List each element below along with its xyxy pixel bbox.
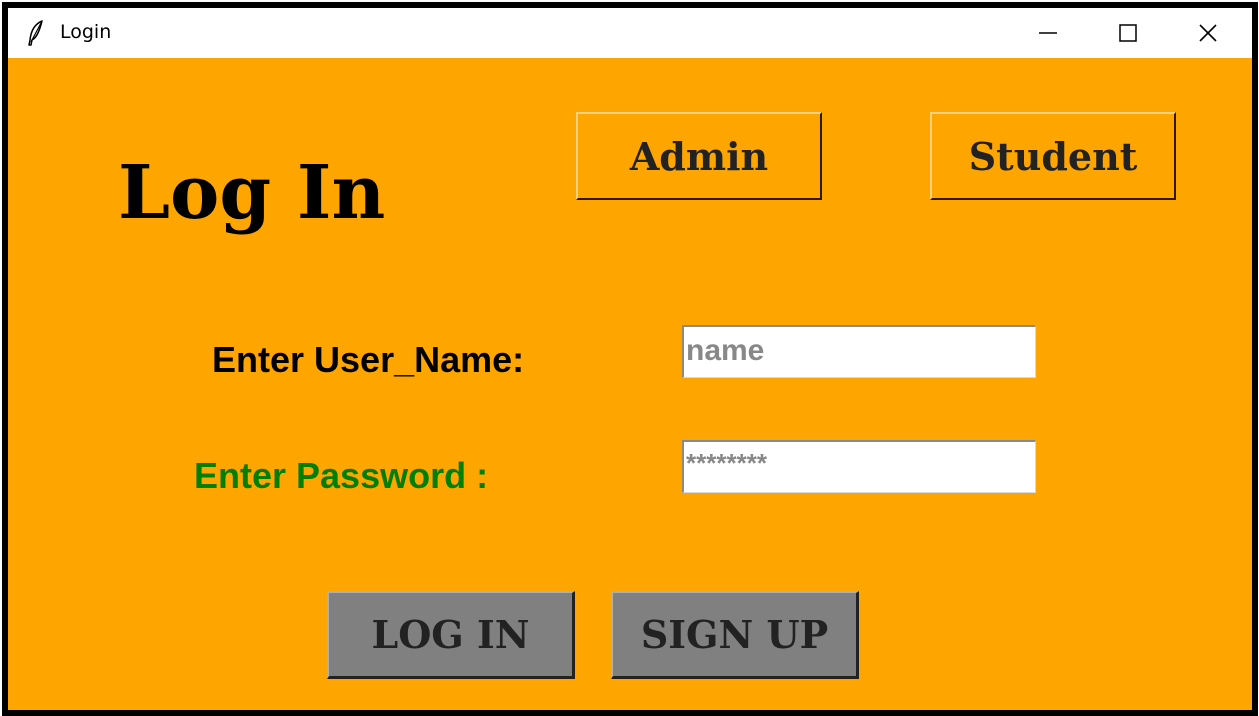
admin-button[interactable]: Admin — [576, 112, 822, 200]
username-input[interactable]: name — [682, 325, 1036, 378]
login-button[interactable]: LOG IN — [327, 591, 575, 679]
maximize-icon — [1118, 23, 1138, 43]
password-input[interactable]: ******** — [682, 440, 1036, 493]
minimize-button[interactable] — [1008, 8, 1088, 58]
login-panel: Log In Admin Student Enter User_Name: na… — [8, 58, 1252, 710]
maximize-button[interactable] — [1088, 8, 1168, 58]
student-button[interactable]: Student — [930, 112, 1176, 200]
window-title: Login — [60, 21, 112, 43]
title-bar[interactable]: Login — [8, 8, 1252, 58]
signup-button[interactable]: SIGN UP — [611, 591, 859, 679]
close-button[interactable] — [1168, 8, 1248, 58]
username-label: Enter User_Name: — [212, 339, 525, 380]
page-title: Log In — [118, 150, 386, 236]
password-label: Enter Password : — [194, 455, 489, 496]
feather-icon — [26, 20, 46, 46]
close-icon — [1198, 23, 1218, 43]
login-window: Login Log In Admin Student Enter User_Na… — [2, 2, 1258, 716]
minimize-icon — [1038, 23, 1058, 43]
